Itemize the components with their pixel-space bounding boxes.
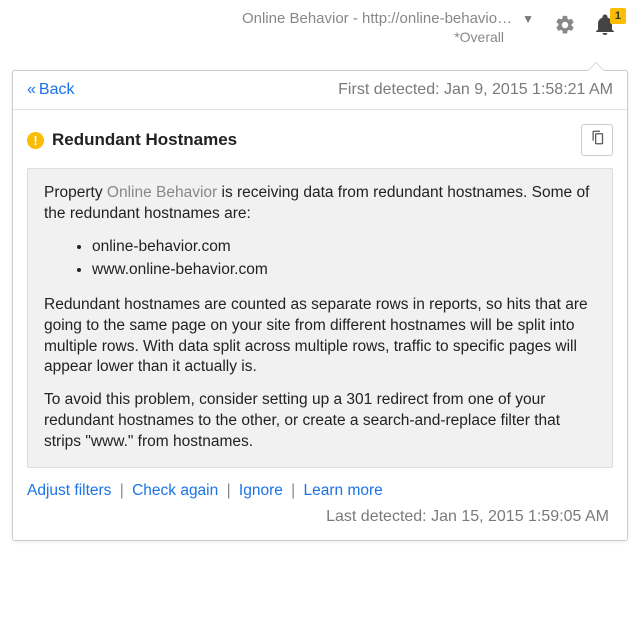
hostname-item: www.online-behavior.com bbox=[92, 260, 596, 281]
last-detected: Last detected: Jan 15, 2015 1:59:05 AM bbox=[27, 508, 613, 526]
topbar: Online Behavior - http://online-behavio…… bbox=[0, 0, 640, 58]
last-detected-value: Jan 15, 2015 1:59:05 AM bbox=[431, 508, 609, 525]
popover-body: ! Redundant Hostnames Property Online Be… bbox=[13, 110, 627, 540]
clipboard-icon bbox=[590, 130, 605, 150]
message-para3: To avoid this problem, consider setting … bbox=[44, 390, 596, 453]
separator: | bbox=[120, 482, 124, 499]
first-detected-value: Jan 9, 2015 1:58:21 AM bbox=[444, 81, 613, 98]
last-detected-label: Last detected: bbox=[326, 508, 427, 525]
notification-badge: 1 bbox=[610, 8, 626, 24]
gear-icon bbox=[554, 14, 576, 41]
back-link[interactable]: «Back bbox=[27, 81, 74, 99]
message-box: Property Online Behavior is receiving da… bbox=[27, 168, 613, 468]
warning-icon: ! bbox=[27, 132, 44, 149]
hostname-list: online-behavior.com www.online-behavior.… bbox=[44, 237, 596, 281]
chevron-down-icon: ▼ bbox=[522, 12, 534, 26]
first-detected-label: First detected: bbox=[338, 81, 439, 98]
popover-pointer bbox=[587, 62, 605, 71]
back-arrow-icon: « bbox=[27, 81, 36, 98]
action-row: Adjust filters | Check again | Ignore | … bbox=[27, 482, 613, 500]
learn-more-link[interactable]: Learn more bbox=[304, 482, 383, 499]
first-detected: First detected: Jan 9, 2015 1:58:21 AM bbox=[338, 81, 613, 99]
intro-property-name: Online Behavior bbox=[107, 184, 217, 201]
back-label: Back bbox=[39, 81, 75, 98]
property-subtitle: *Overall bbox=[454, 29, 504, 45]
copy-button[interactable] bbox=[581, 124, 613, 156]
hostname-item: online-behavior.com bbox=[92, 237, 596, 258]
ignore-link[interactable]: Ignore bbox=[239, 482, 283, 499]
adjust-filters-link[interactable]: Adjust filters bbox=[27, 482, 111, 499]
title-row: ! Redundant Hostnames bbox=[27, 124, 613, 156]
check-again-link[interactable]: Check again bbox=[132, 482, 218, 499]
separator: | bbox=[227, 482, 231, 499]
settings-button[interactable] bbox=[548, 10, 582, 44]
notification-title: Redundant Hostnames bbox=[52, 130, 237, 150]
popover-header: «Back First detected: Jan 9, 2015 1:58:2… bbox=[13, 71, 627, 110]
intro-prefix: Property bbox=[44, 184, 107, 201]
notifications-button[interactable]: 1 bbox=[588, 10, 622, 44]
notification-popover: «Back First detected: Jan 9, 2015 1:58:2… bbox=[12, 70, 628, 541]
separator: | bbox=[291, 482, 295, 499]
message-para2: Redundant hostnames are counted as separ… bbox=[44, 295, 596, 379]
property-name-line: Online Behavior - http://online-behavio… bbox=[242, 10, 512, 27]
message-intro: Property Online Behavior is receiving da… bbox=[44, 183, 596, 225]
property-picker[interactable]: Online Behavior - http://online-behavio…… bbox=[242, 10, 534, 45]
